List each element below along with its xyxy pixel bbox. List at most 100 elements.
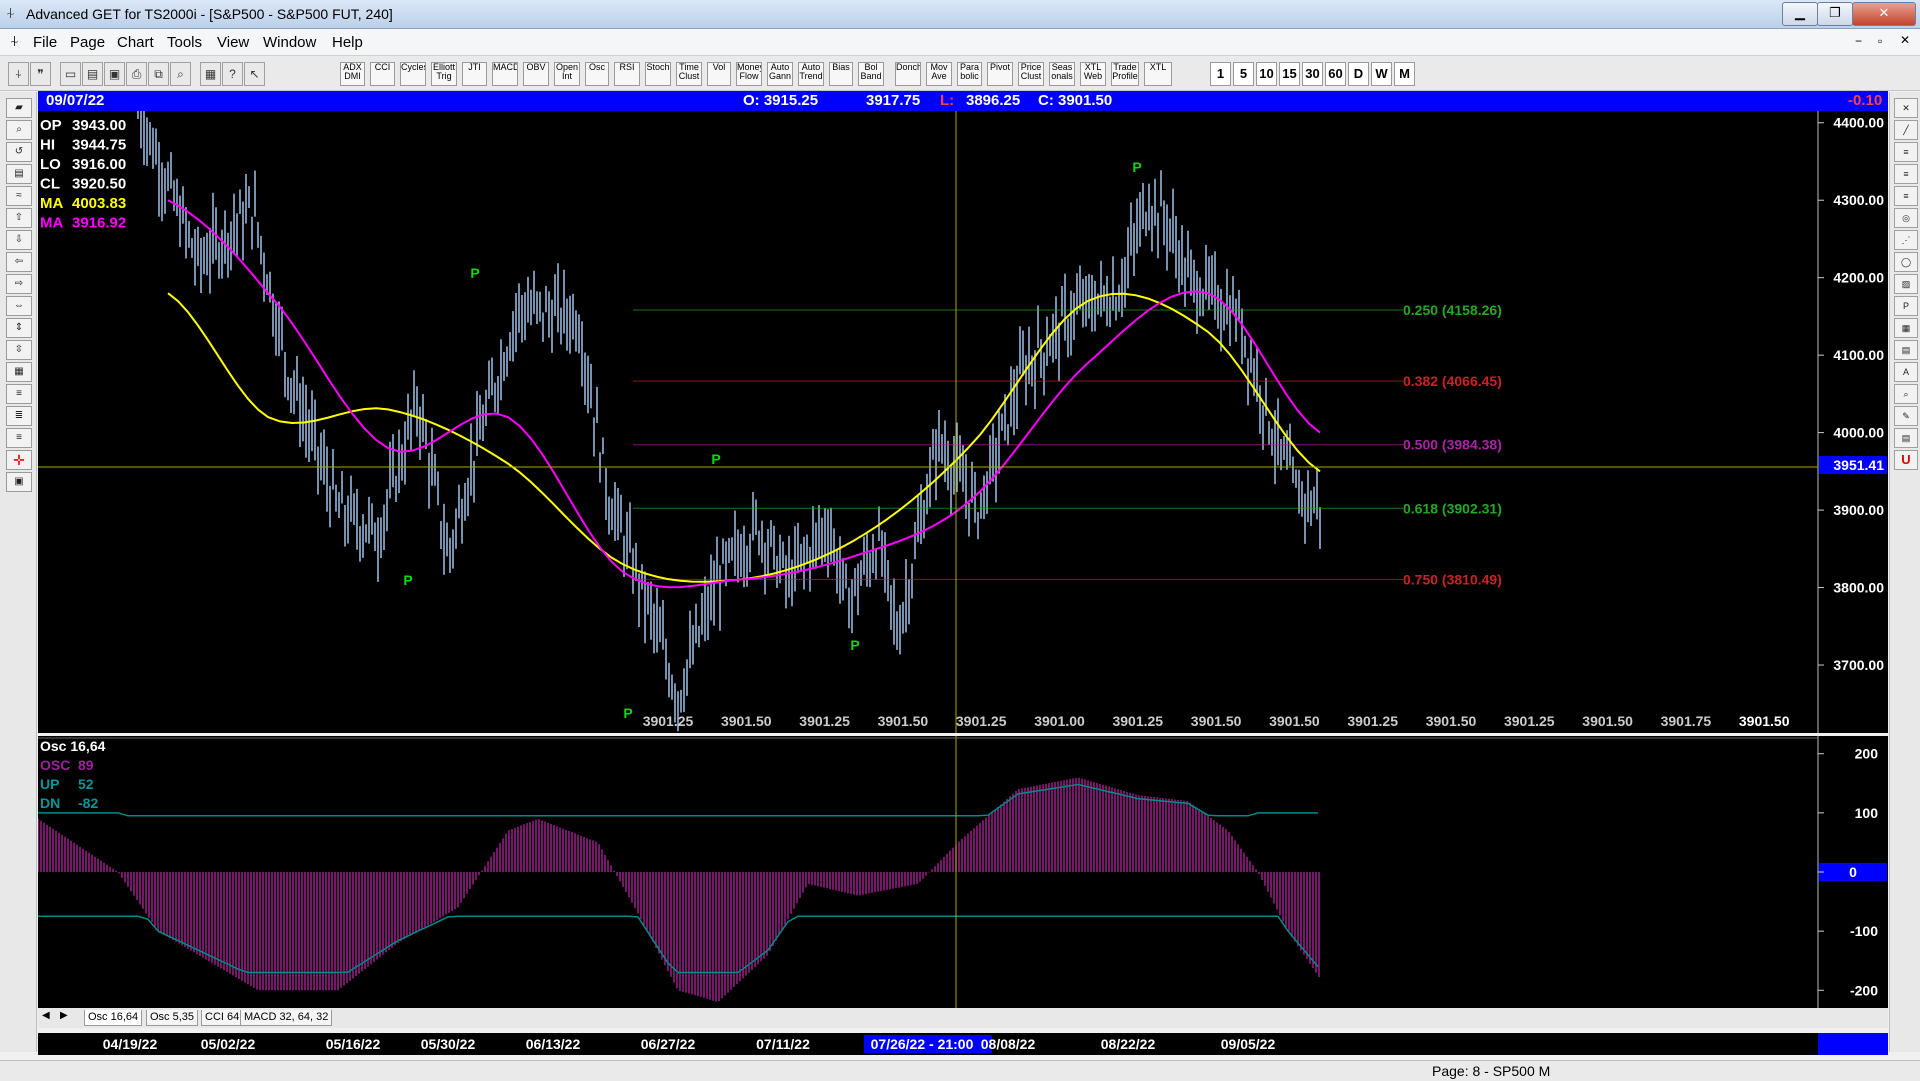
indicator-button-pivot[interactable]: Pivot <box>987 62 1013 86</box>
eraser-icon[interactable]: ✎ <box>1894 406 1918 426</box>
indicator-button-auto-trend[interactable]: Auto Trend <box>798 62 824 86</box>
indicator-button-cci[interactable]: CCI <box>370 62 395 86</box>
indicator-button-elliott-trig[interactable]: Elliott Trig <box>431 62 457 86</box>
print-icon[interactable]: ⎙ <box>126 62 147 86</box>
fib-ext-icon[interactable]: ≡ <box>1894 164 1918 184</box>
open-folder-icon[interactable]: ▰ <box>6 98 32 118</box>
indicator-button-donch[interactable]: Donch <box>895 62 921 86</box>
indicator-button-xtl-web[interactable]: XTL Web <box>1080 62 1106 86</box>
indicator-button-stoch[interactable]: Stoch <box>645 62 671 86</box>
pti-icon[interactable]: P <box>1894 296 1918 316</box>
elliott-icon[interactable]: ≈ <box>6 186 32 206</box>
indicator-button-trade-profile[interactable]: Trade Profile <box>1111 62 1139 86</box>
reset-icon[interactable]: ↺ <box>6 142 32 162</box>
indicator-button-seas-onals[interactable]: Seas onals <box>1049 62 1075 86</box>
child-minimize-button[interactable]: − <box>1855 34 1862 48</box>
ellipse-icon[interactable]: ◯ <box>1894 252 1918 272</box>
arrow-left-icon[interactable]: ⇦ <box>6 252 32 272</box>
interval-button-5[interactable]: 5 <box>1233 62 1254 86</box>
interval-button-15[interactable]: 15 <box>1279 62 1300 86</box>
text-tool-icon[interactable]: A <box>1894 362 1918 382</box>
menu-file[interactable]: File <box>33 34 57 51</box>
indicator-button-obv[interactable]: OBV <box>523 62 549 86</box>
pin-icon[interactable]: ⍭ <box>8 62 29 86</box>
menu-window[interactable]: Window <box>263 34 316 51</box>
gann-box-icon[interactable]: ▨ <box>1894 274 1918 294</box>
gann-icon[interactable]: ≣ <box>6 406 32 426</box>
quote-icon[interactable]: ❞ <box>30 62 51 86</box>
menu-tools[interactable]: Tools <box>167 34 202 51</box>
tab-cci-64[interactable]: CCI 64 <box>201 1010 244 1026</box>
indicator-button-open-int[interactable]: Open Int <box>554 62 580 86</box>
interval-button-1[interactable]: 1 <box>1210 62 1231 86</box>
menu-help[interactable]: Help <box>332 34 363 51</box>
arrow-help-icon[interactable]: ↖ <box>244 62 265 86</box>
indicator-button-time-clust[interactable]: Time Clust <box>676 62 702 86</box>
compress-icon[interactable]: ⇔ <box>6 296 32 316</box>
indicator-button-xtl[interactable]: XTL <box>1144 62 1172 86</box>
new-chart-icon[interactable]: ▭ <box>60 62 81 86</box>
indicator-button-mov-ave[interactable]: Mov Ave <box>926 62 952 86</box>
indicator-button-bias[interactable]: Bias <box>829 62 853 86</box>
help-icon[interactable]: ? <box>222 62 243 86</box>
child-close-button[interactable]: ✕ <box>1900 33 1910 47</box>
tab-osc-5-35[interactable]: Osc 5,35 <box>146 1010 199 1026</box>
grid-icon[interactable]: ▦ <box>200 62 221 86</box>
study-icon[interactable]: ▤ <box>6 164 32 184</box>
spiral-icon[interactable]: ◎ <box>1894 208 1918 228</box>
indicator-button-auto-gann[interactable]: Auto Gann <box>767 62 793 86</box>
grid-tool-icon[interactable]: ▦ <box>6 362 32 382</box>
info-icon[interactable]: ▤ <box>1894 428 1918 448</box>
interval-button-d[interactable]: D <box>1348 62 1369 86</box>
save-icon[interactable]: ▣ <box>104 62 125 86</box>
copy-icon[interactable]: ⧉ <box>148 62 169 86</box>
indicator-button-para-bolic[interactable]: Para bolic <box>957 62 982 86</box>
scale-icon[interactable]: ⇳ <box>6 340 32 360</box>
print-tool-icon[interactable]: ▣ <box>6 472 32 492</box>
magnify-icon[interactable]: ⌕ <box>1894 384 1918 404</box>
indicator-button-bol-band[interactable]: Bol Band <box>858 62 884 86</box>
open-icon[interactable]: ▤ <box>82 62 103 86</box>
fan-icon[interactable]: ⋰ <box>1894 230 1918 250</box>
interval-button-60[interactable]: 60 <box>1325 62 1346 86</box>
indicator-button-jti[interactable]: JTI <box>462 62 487 86</box>
close-tool-icon[interactable]: ✕ <box>1894 98 1918 118</box>
child-restore-button[interactable]: ▫ <box>1878 34 1882 48</box>
indicator-button-price-clust[interactable]: Price Clust <box>1018 62 1044 86</box>
oscillator-panel[interactable]: 200 100 0 -100 -200 Osc 16,64 OSC 89 UP 52 DN -82 <box>38 736 1888 1008</box>
menu-view[interactable]: View <box>217 34 249 51</box>
indicator-button-adx-dmi[interactable]: ADX DMI <box>340 62 365 86</box>
close-button[interactable]: ✕ <box>1852 2 1916 26</box>
arrow-up-icon[interactable]: ⇧ <box>6 208 32 228</box>
fib-ret-icon[interactable]: ≡ <box>1894 142 1918 162</box>
arrow-right-icon[interactable]: ⇨ <box>6 274 32 294</box>
expand-icon[interactable]: ⇕ <box>6 318 32 338</box>
indicator-button-cycles[interactable]: Cycles <box>400 62 426 86</box>
crosshair-icon[interactable]: ✛ <box>6 450 32 470</box>
mob-icon[interactable]: ▤ <box>1894 340 1918 360</box>
menu-page[interactable]: Page <box>70 34 105 51</box>
u-icon[interactable]: U <box>1894 450 1918 470</box>
price-chart-panel[interactable]: 0.250 (4158.26) 0.382 (4066.45) 0.500 (398… <box>38 111 1888 733</box>
fib-icon[interactable]: ≡ <box>6 428 32 448</box>
tab-osc-16-64[interactable]: Osc 16,64 <box>84 1010 143 1026</box>
fib-time-icon[interactable]: ≡ <box>1894 186 1918 206</box>
minimize-button[interactable]: ▁ <box>1782 2 1818 26</box>
arrow-down-icon[interactable]: ⇩ <box>6 230 32 250</box>
zoom-icon[interactable]: ⌕ <box>170 62 191 86</box>
interval-button-10[interactable]: 10 <box>1256 62 1277 86</box>
indicator-button-money-flow[interactable]: Money Flow <box>736 62 762 86</box>
interval-button-w[interactable]: W <box>1371 62 1392 86</box>
line-tool-icon[interactable]: ╱ <box>1894 120 1918 140</box>
indicator-button-macd[interactable]: MACD <box>492 62 518 86</box>
lines-icon[interactable]: ≡ <box>6 384 32 404</box>
menu-chart[interactable]: Chart <box>117 34 154 51</box>
maximize-button[interactable]: ❐ <box>1817 2 1853 26</box>
indicator-button-rsi[interactable]: RSI <box>614 62 640 86</box>
tab-macd[interactable]: MACD 32, 64, 32 <box>240 1010 333 1026</box>
grid-small-icon[interactable]: ▦ <box>1894 318 1918 338</box>
indicator-button-osc[interactable]: Osc <box>585 62 609 86</box>
zoom-tool-icon[interactable]: ⌕ <box>6 120 32 140</box>
tab-scroll-right-icon[interactable]: ▶ <box>60 1010 68 1021</box>
interval-button-30[interactable]: 30 <box>1302 62 1323 86</box>
